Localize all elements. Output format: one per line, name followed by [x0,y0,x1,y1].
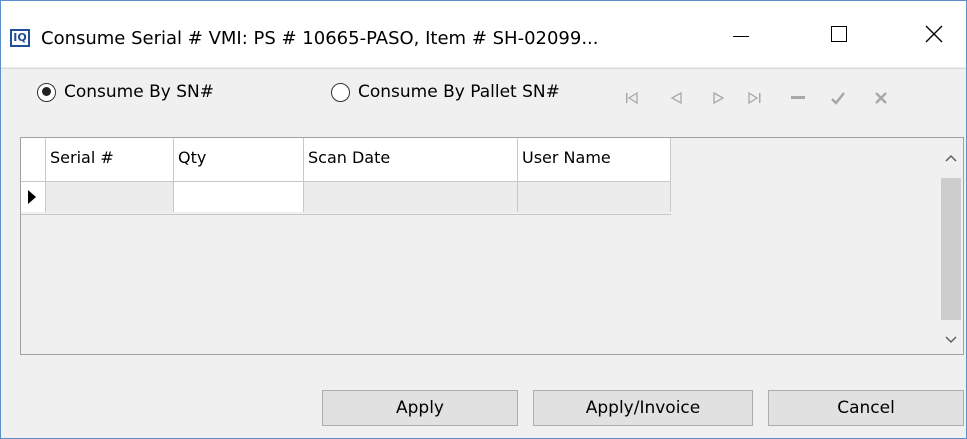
current-row-indicator-icon [21,182,46,212]
table-row[interactable] [21,181,671,215]
grid-indicator-header [21,138,46,181]
delete-record-icon [791,96,805,99]
consume-serial-dialog: IQ Consume Serial # VMI: PS # 10665-PASO… [0,0,967,439]
apply-invoice-button[interactable]: Apply/Invoice [533,390,753,426]
cell-user-name[interactable] [518,182,671,212]
close-icon [925,25,943,43]
prior-record-icon [670,92,682,104]
column-header-serial[interactable]: Serial # [46,138,174,181]
radio-consume-by-sn-label: Consume By SN# [64,82,214,102]
maximize-icon [831,26,847,42]
radio-consume-by-pallet-sn[interactable]: Consume By Pallet SN# [331,82,560,102]
column-header-user-name[interactable]: User Name [518,138,671,181]
radio-consume-by-sn[interactable]: Consume By SN# [37,82,214,102]
column-header-scan-date[interactable]: Scan Date [304,138,518,181]
cancel-button[interactable]: Cancel [768,390,964,426]
nav-last-button[interactable] [740,83,770,113]
toolbar: Consume By SN# Consume By Pallet SN# [1,68,966,125]
window-title: Consume Serial # VMI: PS # 10665-PASO, I… [41,28,599,49]
radio-checked-icon [37,82,56,102]
nav-prior-button[interactable] [661,83,691,113]
checkmark-icon [831,92,845,105]
maximize-button[interactable] [809,1,869,67]
scroll-down-icon[interactable] [939,328,963,352]
cell-serial[interactable] [46,182,174,212]
last-record-icon [748,92,761,104]
app-logo-icon: IQ [10,29,30,47]
nav-next-button[interactable] [704,83,734,113]
scroll-up-icon[interactable] [939,146,963,170]
close-button[interactable] [904,1,964,67]
vertical-scrollbar[interactable] [939,138,963,354]
nav-delete-button[interactable] [783,83,813,113]
nav-post-button[interactable] [823,83,853,113]
radio-consume-by-pallet-sn-label: Consume By Pallet SN# [358,82,560,102]
scrollbar-thumb[interactable] [941,178,961,320]
minimize-button[interactable] [711,1,771,67]
title-bar[interactable]: IQ Consume Serial # VMI: PS # 10665-PASO… [1,1,966,67]
cancel-x-icon [875,92,887,104]
apply-button[interactable]: Apply [322,390,518,426]
column-header-qty[interactable]: Qty [174,138,304,181]
minimize-icon [733,35,749,37]
nav-cancel-button[interactable] [866,83,896,113]
cell-qty[interactable] [174,182,304,212]
first-record-icon [626,92,638,104]
cell-scan-date[interactable] [304,182,518,212]
nav-first-button[interactable] [617,83,647,113]
next-record-icon [713,92,725,104]
grid-header-row: Serial # Qty Scan Date User Name [21,138,671,181]
serial-grid[interactable]: Serial # Qty Scan Date User Name [20,137,964,355]
radio-unchecked-icon [331,82,350,102]
